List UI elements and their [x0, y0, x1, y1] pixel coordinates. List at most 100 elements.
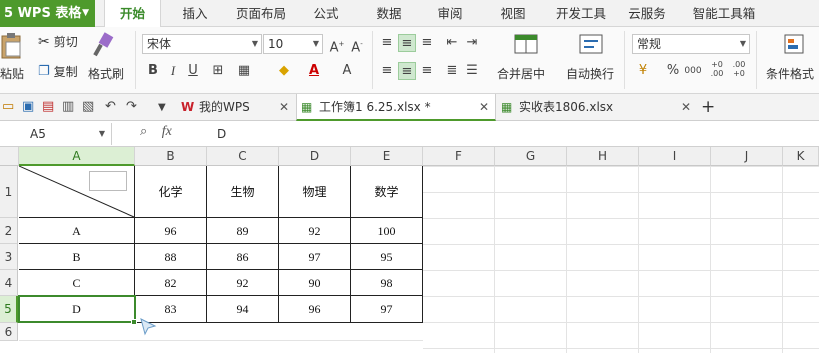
tab-insert[interactable]: 插入: [171, 0, 219, 27]
new-tab-button[interactable]: +: [697, 94, 721, 121]
table-row-label[interactable]: D: [19, 296, 135, 323]
col-header-i[interactable]: I: [639, 147, 711, 166]
spreadsheet-grid[interactable]: A B C D E F G H I J K 1 2 3 4 5 6 化学 生物 …: [0, 147, 819, 353]
chevron-down-icon[interactable]: ▼: [158, 102, 166, 113]
open-folder-icon[interactable]: ▭: [2, 99, 14, 114]
table-cell[interactable]: 98: [351, 270, 423, 296]
save-icon[interactable]: ▣: [22, 99, 34, 114]
table-row-label[interactable]: B: [19, 244, 135, 270]
decrease-decimal-icon[interactable]: .00 +0: [730, 60, 748, 78]
diagonal-header-cell[interactable]: [19, 166, 135, 218]
paste-button[interactable]: [0, 31, 28, 61]
tab-smart-toolbox[interactable]: 智能工具箱: [682, 0, 766, 27]
empty-cells-area[interactable]: [19, 323, 423, 353]
increase-decimal-icon[interactable]: +0.00: [708, 60, 726, 78]
tab-developer[interactable]: 开发工具: [548, 0, 614, 27]
select-all-corner[interactable]: [0, 147, 19, 166]
distributed-icon[interactable]: ☰: [463, 62, 481, 80]
bold-icon[interactable]: B: [144, 62, 162, 80]
col-header-e[interactable]: E: [351, 147, 423, 166]
italic-icon[interactable]: I: [164, 62, 182, 80]
table-cell[interactable]: 86: [207, 244, 279, 270]
decrease-font-icon[interactable]: A-: [348, 35, 366, 55]
doc-tab-receipts[interactable]: ▦ 实收表1806.xlsx ✕: [497, 94, 697, 121]
format-painter-button[interactable]: [90, 31, 120, 59]
table-row-label[interactable]: C: [19, 270, 135, 296]
underline-icon[interactable]: U: [184, 62, 202, 80]
col-header-h[interactable]: H: [567, 147, 639, 166]
align-left-icon[interactable]: ≡: [378, 62, 396, 80]
table-cell[interactable]: 96: [279, 296, 351, 323]
increase-indent-icon[interactable]: ⇥: [463, 34, 481, 52]
tab-data[interactable]: 数据: [365, 0, 413, 27]
tab-formulas[interactable]: 公式: [303, 0, 349, 27]
comma-style-button[interactable]: 000: [684, 62, 702, 80]
table-cell[interactable]: 95: [351, 244, 423, 270]
redo-icon[interactable]: ↷: [126, 99, 137, 114]
close-icon[interactable]: ✕: [479, 94, 489, 121]
text-box[interactable]: [89, 171, 127, 191]
table-cell[interactable]: 94: [207, 296, 279, 323]
conditional-format-button[interactable]: [782, 31, 808, 57]
table-header-cell[interactable]: 数学: [351, 166, 423, 218]
table-cell[interactable]: 88: [135, 244, 207, 270]
doc-tab-workbook1[interactable]: ▦ 工作簿1 6.25.xlsx * ✕: [296, 94, 496, 121]
row-header-6[interactable]: 6: [0, 323, 18, 341]
tab-home[interactable]: 开始: [104, 0, 161, 28]
row-header-3[interactable]: 3: [0, 244, 18, 270]
table-cell[interactable]: 92: [207, 270, 279, 296]
align-center-icon[interactable]: ≡: [398, 62, 416, 80]
undo-icon[interactable]: ↶: [105, 99, 116, 114]
font-color-icon[interactable]: A: [305, 62, 323, 80]
table-cell[interactable]: 82: [135, 270, 207, 296]
table-cell[interactable]: 90: [279, 270, 351, 296]
align-middle-icon[interactable]: ≡: [398, 34, 416, 52]
insert-function-button[interactable]: fx: [162, 124, 172, 139]
font-name-select[interactable]: 宋体 ▼: [142, 34, 262, 54]
zoom-icon[interactable]: ⌕: [140, 124, 147, 139]
export-pdf-icon[interactable]: ▤: [42, 99, 54, 114]
app-menu-button[interactable]: 5 WPS 表格 ▼: [0, 0, 95, 27]
clear-format-icon[interactable]: A: [338, 62, 356, 80]
number-format-select[interactable]: 常规 ▼: [632, 34, 750, 54]
col-header-d[interactable]: D: [279, 147, 351, 166]
cut-button[interactable]: ✂ 剪切: [38, 33, 78, 50]
doc-tab-my-wps[interactable]: W 我的WPS ✕: [177, 94, 295, 121]
table-cell[interactable]: 97: [351, 296, 423, 323]
table-cell[interactable]: 92: [279, 218, 351, 244]
row-header-1[interactable]: 1: [0, 166, 18, 218]
table-header-cell[interactable]: 化学: [135, 166, 207, 218]
tab-review[interactable]: 审阅: [426, 0, 474, 27]
col-header-a[interactable]: A: [19, 147, 135, 166]
align-top-icon[interactable]: ≡: [378, 34, 396, 52]
close-icon[interactable]: ✕: [279, 94, 289, 121]
table-cell[interactable]: 96: [135, 218, 207, 244]
table-cell[interactable]: 97: [279, 244, 351, 270]
row-header-5[interactable]: 5: [0, 296, 18, 323]
table-cell[interactable]: 100: [351, 218, 423, 244]
col-header-c[interactable]: C: [207, 147, 279, 166]
copy-button[interactable]: ❐ 复制: [38, 63, 78, 80]
table-header-cell[interactable]: 物理: [279, 166, 351, 218]
print-preview-icon[interactable]: ▧: [82, 99, 94, 114]
row-header-2[interactable]: 2: [0, 218, 18, 244]
col-header-b[interactable]: B: [135, 147, 207, 166]
cell-style-icon[interactable]: ▦: [235, 62, 253, 80]
fill-color-icon[interactable]: ◆: [275, 62, 293, 80]
align-right-icon[interactable]: ≡: [418, 62, 436, 80]
wrap-text-button[interactable]: [578, 31, 606, 57]
merge-center-button[interactable]: [513, 31, 541, 57]
table-header-cell[interactable]: 生物: [207, 166, 279, 218]
formula-input[interactable]: D: [217, 121, 226, 147]
tab-view[interactable]: 视图: [490, 0, 536, 27]
close-icon[interactable]: ✕: [681, 94, 691, 121]
borders-icon[interactable]: ⊞: [209, 62, 227, 80]
col-header-j[interactable]: J: [711, 147, 783, 166]
tab-page-layout[interactable]: 页面布局: [226, 0, 296, 27]
increase-font-icon[interactable]: A+: [328, 35, 346, 55]
row-header-4[interactable]: 4: [0, 270, 18, 296]
col-header-f[interactable]: F: [423, 147, 495, 166]
currency-icon[interactable]: ¥: [634, 62, 652, 80]
col-header-k[interactable]: K: [783, 147, 819, 166]
decrease-indent-icon[interactable]: ⇤: [443, 34, 461, 52]
